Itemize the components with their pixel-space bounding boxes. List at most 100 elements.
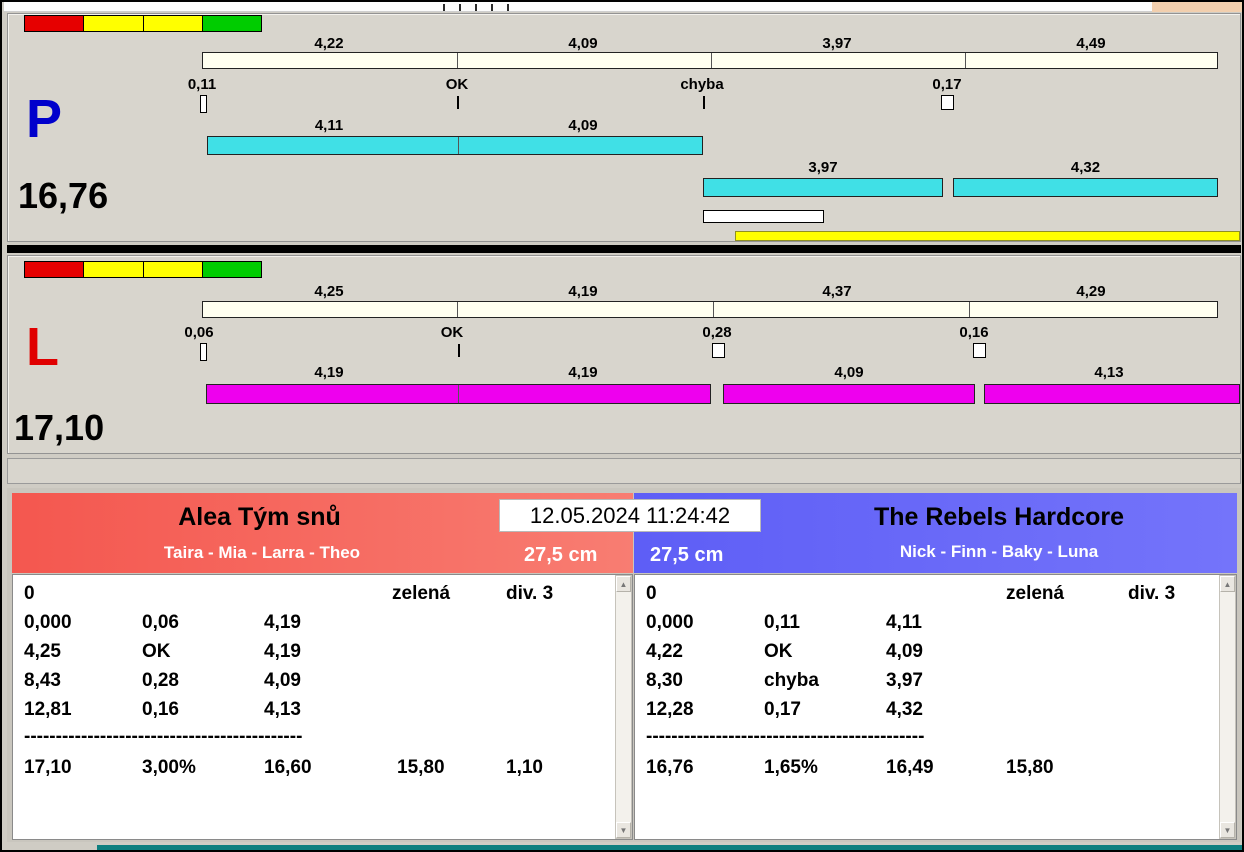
table-cell: 0,16 xyxy=(142,699,179,721)
progress-bar-white xyxy=(703,210,824,223)
scale-yellow-cell xyxy=(84,262,143,277)
reference-bar-l xyxy=(202,301,1218,318)
check-label: 0,11 xyxy=(172,76,232,93)
run-label: 4,13 xyxy=(980,364,1238,381)
run-label: 3,97 xyxy=(703,159,943,176)
table-cell: 4,13 xyxy=(264,699,301,721)
marker-tick xyxy=(703,96,705,109)
team-right-height: 27,5 cm xyxy=(650,544,723,567)
measurement-bar-l3 xyxy=(984,384,1240,404)
table-cell: 0 xyxy=(646,583,657,605)
table-cell: chyba xyxy=(764,670,819,692)
scale-green-cell xyxy=(203,16,261,31)
scale-red-cell xyxy=(25,262,84,277)
table-cell: 1,10 xyxy=(506,757,543,779)
table-cell: 12,81 xyxy=(24,699,72,721)
table-cell: 8,43 xyxy=(24,670,61,692)
right-table-scrollbar[interactable]: ▲ ▼ xyxy=(1219,575,1236,839)
table-cell: zelená xyxy=(1006,583,1064,605)
bar-divider xyxy=(965,53,966,68)
title-strip xyxy=(4,2,1244,12)
table-cell: 8,30 xyxy=(646,670,683,692)
check-label: chyba xyxy=(657,76,747,93)
table-cell: 0,000 xyxy=(646,612,694,634)
team-right-name: The Rebels Hardcore xyxy=(764,503,1234,532)
title-tick xyxy=(443,4,445,11)
check-label: OK xyxy=(422,324,482,341)
team-left-name: Alea Tým snů xyxy=(12,503,507,532)
bar-divider xyxy=(457,302,458,317)
lane-total: 16,76 xyxy=(18,178,108,214)
measurement-bar-p1 xyxy=(207,136,703,155)
table-cell: 4,25 xyxy=(24,641,61,663)
title-tick xyxy=(475,4,477,11)
team-right-members: Nick - Finn - Baky - Luna xyxy=(764,542,1234,562)
check-label: OK xyxy=(427,76,487,93)
table-cell: OK xyxy=(142,641,171,663)
measurement-bar-p2 xyxy=(703,178,943,197)
status-strip xyxy=(7,458,1241,484)
marker-slot xyxy=(200,343,207,361)
segment-label: 3,97 xyxy=(710,35,964,52)
run-label: 4,19 xyxy=(456,364,710,381)
scroll-up-icon[interactable]: ▲ xyxy=(1220,576,1235,592)
table-cell: 17,10 xyxy=(24,757,72,779)
segment-label: 4,22 xyxy=(202,35,456,52)
table-cell: 16,60 xyxy=(264,757,312,779)
section-divider xyxy=(7,245,1241,253)
bar-divider xyxy=(713,302,714,317)
table-cell: 12,28 xyxy=(646,699,694,721)
scale-green-cell xyxy=(203,262,261,277)
marker-tick xyxy=(458,344,460,357)
app-window: 4,22 4,09 3,97 4,49 0,11 OK chyba 0,17 4… xyxy=(0,0,1244,852)
segment-label: 4,37 xyxy=(710,283,964,300)
table-cell: 0 xyxy=(24,583,35,605)
table-cell: zelená xyxy=(392,583,450,605)
desktop-corner xyxy=(1152,2,1244,12)
table-cell: 3,97 xyxy=(886,670,923,692)
marker-box xyxy=(941,95,954,110)
table-cell: div. 3 xyxy=(506,583,553,605)
check-label: 0,06 xyxy=(169,324,229,341)
marker-slot xyxy=(200,95,207,113)
segment-label: 4,19 xyxy=(456,283,710,300)
title-tick xyxy=(491,4,493,11)
check-label: 0,28 xyxy=(687,324,747,341)
bar-divider xyxy=(711,53,712,68)
bar-divider xyxy=(458,385,459,403)
measurement-bar-l2 xyxy=(723,384,975,404)
table-cell: 3,00% xyxy=(142,757,196,779)
scroll-down-icon[interactable]: ▼ xyxy=(616,822,631,838)
bar-divider xyxy=(969,302,970,317)
bar-divider xyxy=(457,53,458,68)
left-table-scrollbar[interactable]: ▲ ▼ xyxy=(615,575,632,839)
segment-label: 4,25 xyxy=(202,283,456,300)
table-cell: 0,28 xyxy=(142,670,179,692)
table-cell: 4,11 xyxy=(886,612,922,634)
team-left-height: 27,5 cm xyxy=(524,544,597,567)
progress-bar-yellow xyxy=(735,231,1240,241)
table-cell: 0,17 xyxy=(764,699,801,721)
measurement-bar-p3 xyxy=(953,178,1218,197)
table-cell: 0,06 xyxy=(142,612,179,634)
scroll-down-icon[interactable]: ▼ xyxy=(1220,822,1235,838)
check-label: 0,16 xyxy=(944,324,1004,341)
scroll-up-icon[interactable]: ▲ xyxy=(616,576,631,592)
lane-label: L xyxy=(26,320,59,374)
table-cell: 15,80 xyxy=(397,757,445,779)
run-label: 4,09 xyxy=(456,117,710,134)
scale-yellow-cell xyxy=(84,16,143,31)
run-label: 4,09 xyxy=(723,364,975,381)
table-cell: 15,80 xyxy=(1006,757,1054,779)
marker-box xyxy=(712,343,725,358)
traffic-scale-l xyxy=(24,261,262,278)
table-cell: 16,76 xyxy=(646,757,694,779)
bar-divider xyxy=(458,137,459,154)
lane-label: P xyxy=(26,92,62,146)
segment-label: 4,29 xyxy=(964,283,1218,300)
table-separator: ----------------------------------------… xyxy=(24,726,302,748)
table-cell: 4,19 xyxy=(264,641,301,663)
table-separator: ----------------------------------------… xyxy=(646,726,924,748)
team-left-table xyxy=(12,574,633,840)
segment-label: 4,49 xyxy=(964,35,1218,52)
